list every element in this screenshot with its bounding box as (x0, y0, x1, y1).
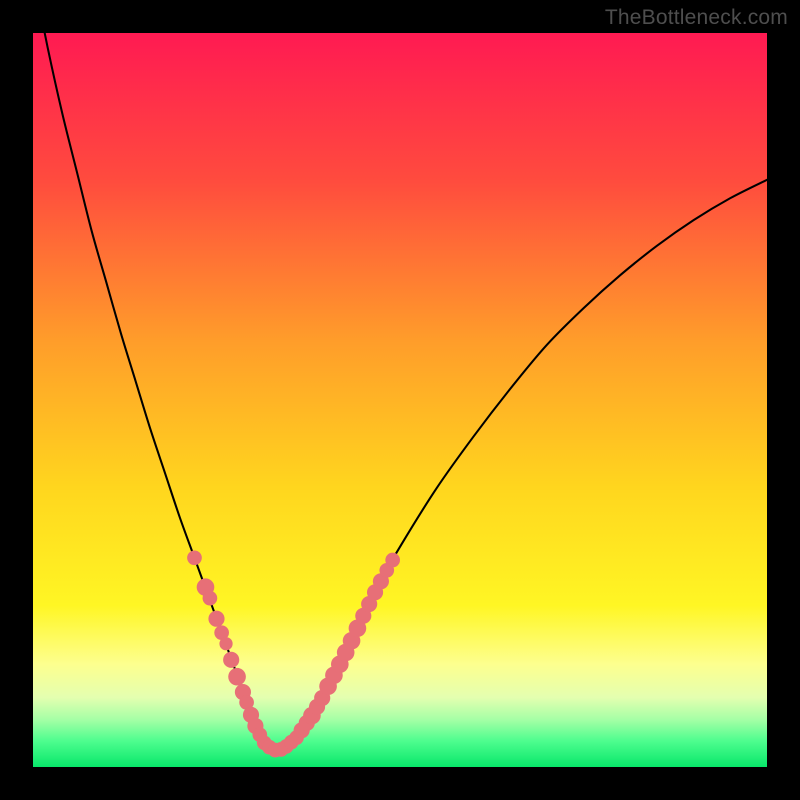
bottleneck-curve (33, 33, 767, 750)
frame: TheBottleneck.com (0, 0, 800, 800)
plot-area (33, 33, 767, 767)
marker-dot (203, 591, 218, 606)
marker-dot (385, 553, 400, 568)
chart-svg (33, 33, 767, 767)
marker-group (187, 550, 400, 757)
marker-dot (208, 611, 224, 627)
marker-dot (228, 668, 246, 686)
marker-dot (187, 550, 202, 565)
marker-dot (223, 652, 239, 668)
marker-dot (219, 637, 232, 650)
watermark-text: TheBottleneck.com (605, 6, 788, 30)
